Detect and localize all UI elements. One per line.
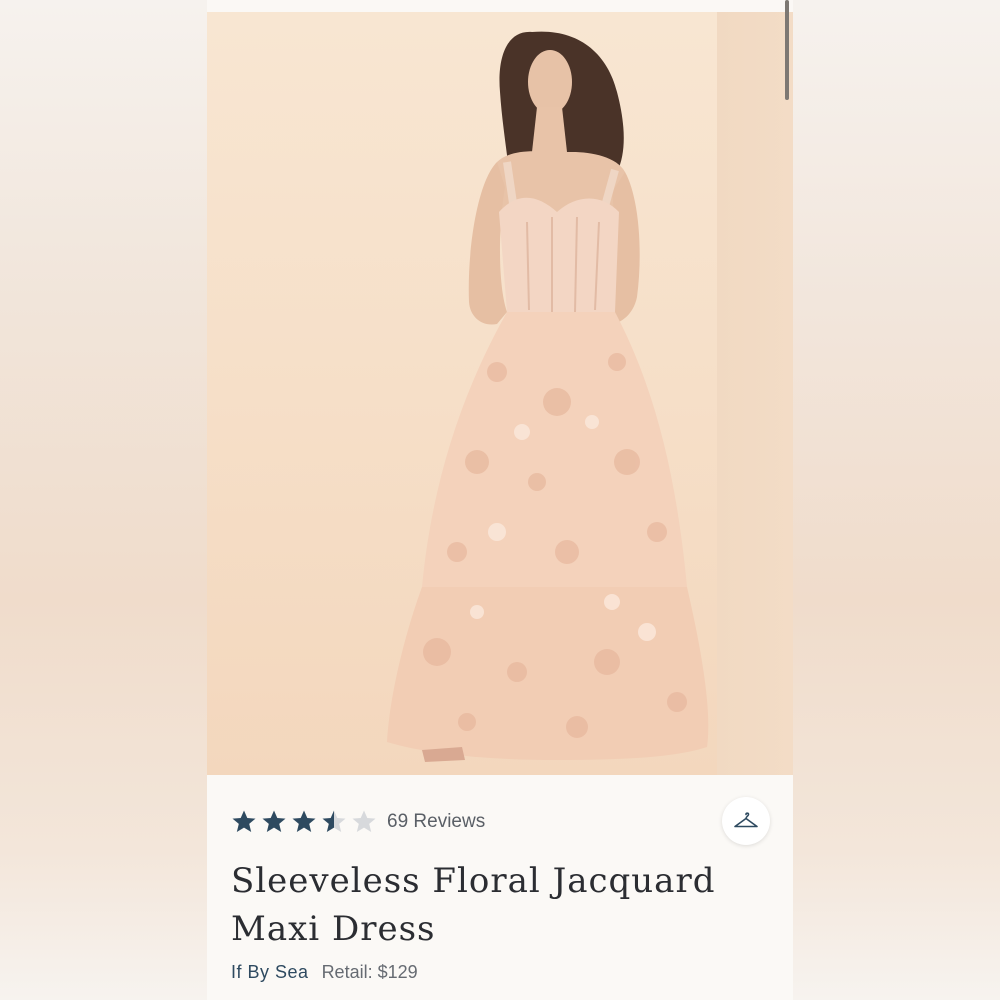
retail-price: Retail: $129 [321, 962, 418, 982]
top-strip [207, 0, 793, 12]
product-image[interactable] [207, 12, 793, 775]
model-illustration [387, 31, 709, 762]
scroll-indicator[interactable] [785, 0, 789, 100]
background-left-blur [0, 0, 207, 1000]
product-title: Sleeveless Floral Jacquard Maxi Dress [231, 861, 716, 949]
product-screen: 69 Reviews Sleeveless Floral Jacquard Ma… [207, 0, 793, 1000]
star-icon [232, 810, 256, 832]
product-meta: If By Sea Retail: $129 [231, 961, 418, 983]
star-icon [352, 810, 376, 832]
reviews-link[interactable]: 69 Reviews [387, 809, 485, 835]
star-icon [322, 810, 346, 832]
hanger-icon [734, 812, 758, 828]
hanger-button[interactable] [722, 797, 770, 845]
star-icon [262, 810, 286, 832]
star-rating[interactable] [231, 809, 377, 835]
brand-link[interactable]: If By Sea [231, 962, 309, 982]
product-info: 69 Reviews Sleeveless Floral Jacquard Ma… [207, 775, 793, 1000]
star-icon [292, 810, 316, 832]
background-right-blur [793, 0, 1000, 1000]
